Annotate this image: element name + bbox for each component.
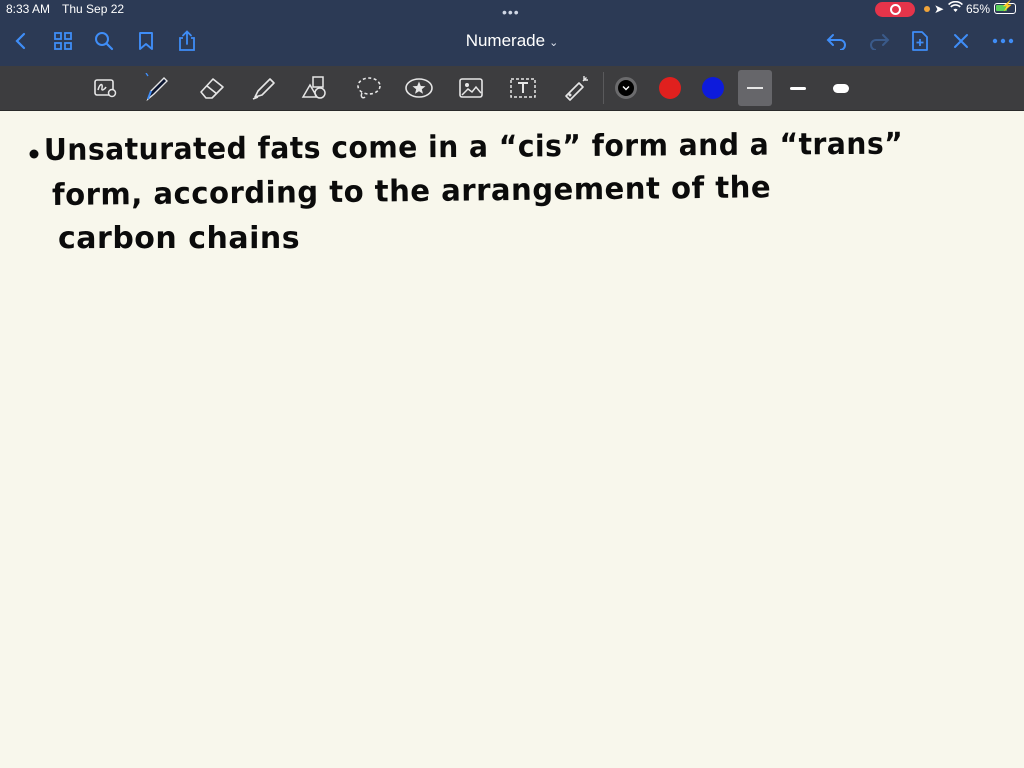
back-chevron-icon[interactable] — [8, 28, 34, 54]
thumbnails-grid-icon[interactable] — [50, 28, 76, 54]
handwritten-line-3: carbon chains — [58, 221, 301, 256]
color-swatch-black[interactable] — [615, 77, 637, 99]
bookmark-icon[interactable] — [133, 28, 159, 54]
share-icon[interactable] — [174, 28, 200, 54]
handwritten-line-1: Unsaturated fats come in a “cis” form an… — [43, 126, 904, 168]
chevron-down-icon — [622, 86, 630, 91]
undo-icon[interactable] — [824, 28, 850, 54]
chevron-down-icon: ⌄ — [549, 37, 559, 49]
laser-pointer-icon[interactable] — [561, 74, 591, 102]
bullet-point — [29, 149, 39, 159]
sticker-star-icon[interactable] — [404, 74, 434, 102]
document-title[interactable]: Numerade ⌄ — [440, 31, 584, 51]
status-date: Thu Sep 22 — [62, 2, 125, 16]
text-box-icon[interactable] — [508, 74, 538, 102]
color-swatch-blue[interactable] — [702, 77, 724, 99]
search-icon[interactable] — [91, 28, 117, 54]
highlighter-icon[interactable] — [249, 74, 279, 102]
status-time: 8:33 AM — [6, 2, 51, 16]
lasso-icon[interactable] — [353, 74, 383, 102]
battery-icon: ⚡ — [994, 1, 1016, 14]
color-swatch-red[interactable] — [659, 77, 681, 99]
eraser-icon[interactable] — [197, 74, 227, 102]
stroke-width-medium[interactable] — [781, 70, 815, 106]
handwriting-zoom-icon[interactable] — [91, 74, 121, 102]
multitask-dots[interactable]: ••• — [502, 4, 520, 20]
note-page[interactable]: Unsaturated fats come in a “cis” form an… — [0, 111, 1024, 768]
shapes-icon[interactable] — [300, 74, 330, 102]
battery-percent: 65% — [966, 2, 991, 16]
image-icon[interactable] — [456, 74, 486, 102]
app-header: 8:33 AM Thu Sep 22 ••• ➤ 65% ⚡ Numerade ⌄ — [0, 0, 1024, 66]
add-page-icon[interactable] — [907, 28, 933, 54]
location-icon: ➤ — [934, 2, 945, 16]
microphone-indicator-dot — [924, 6, 930, 12]
screen-recording-indicator[interactable] — [875, 2, 915, 17]
wifi-icon — [948, 0, 963, 16]
drawing-toolbar — [0, 66, 1024, 111]
close-icon[interactable] — [948, 28, 974, 54]
redo-icon[interactable] — [866, 28, 892, 54]
handwritten-line-2: form, according to the arrangement of th… — [51, 170, 772, 213]
pen-tool-icon[interactable] — [141, 73, 171, 102]
toolbar-divider — [603, 72, 604, 104]
stroke-width-thick[interactable] — [824, 70, 858, 106]
stroke-width-thin[interactable] — [738, 70, 772, 106]
record-icon — [890, 4, 901, 15]
more-options-icon[interactable] — [990, 28, 1016, 54]
